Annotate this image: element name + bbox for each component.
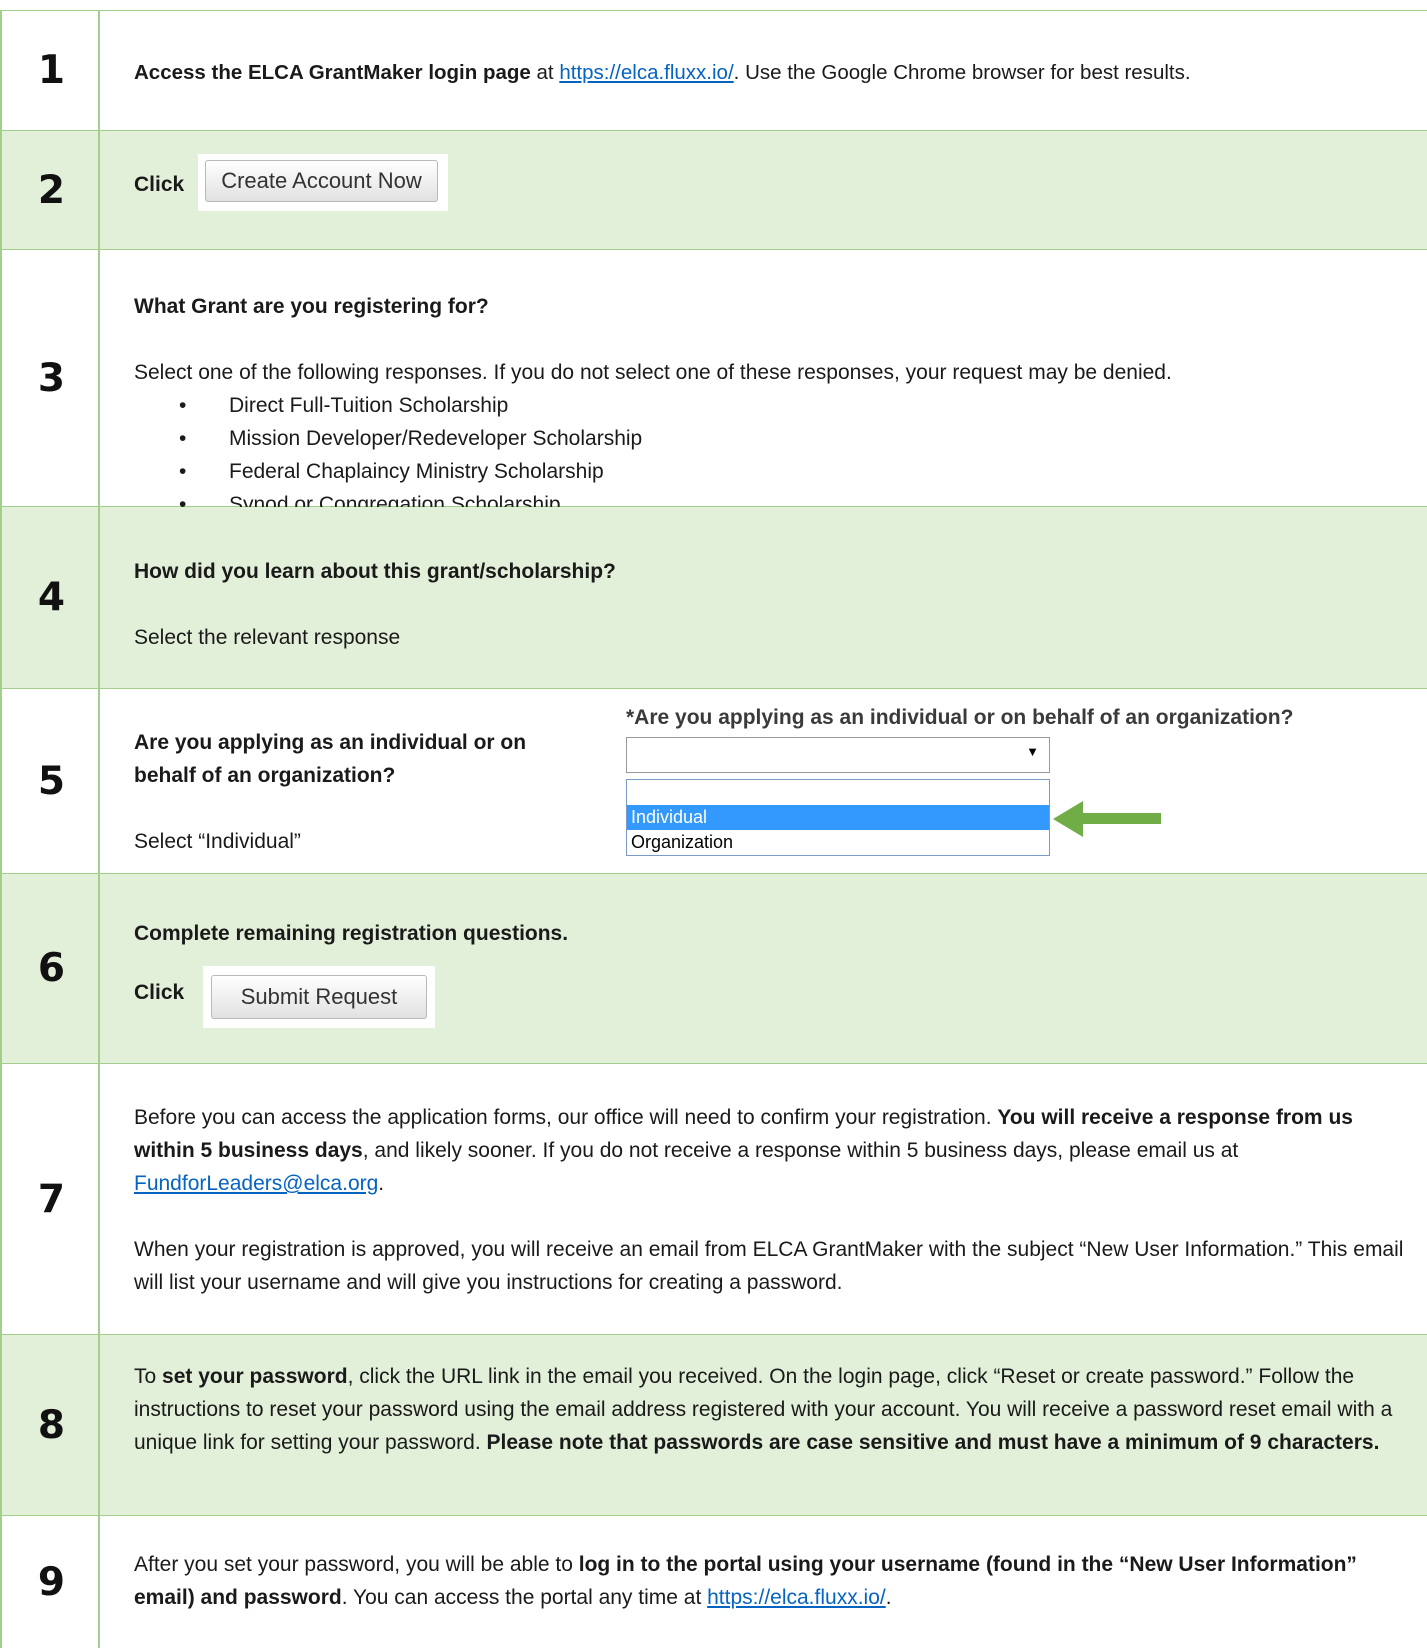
step-number: 3	[37, 355, 66, 401]
step-row-4: 4 How did you learn about this grant/sch…	[0, 507, 1427, 689]
step-row-5: 5 Are you applying as an individual or o…	[0, 689, 1427, 874]
column-divider	[98, 10, 100, 1648]
step-7-paragraph-1: Before you can access the application fo…	[134, 1106, 1353, 1195]
click-label: Click	[134, 981, 185, 1004]
button-screenshot-frame: Submit Request	[203, 966, 435, 1028]
step-row-3: 3 What Grant are you registering for? Se…	[0, 250, 1427, 521]
table-left-border	[0, 10, 2, 1648]
step-number: 5	[37, 758, 66, 804]
dropdown-option-individual[interactable]: Individual	[627, 805, 1049, 830]
step-number: 2	[37, 167, 66, 213]
step-1-text: Access the ELCA GrantMaker login page at…	[134, 61, 1191, 84]
button-screenshot-frame: Create Account Now	[198, 154, 448, 211]
dropdown-question-label: *Are you applying as an individual or on…	[626, 706, 1294, 729]
grant-options-list: Direct Full-Tuition Scholarship Mission …	[134, 389, 1407, 521]
instructions-table: 1 Access the ELCA GrantMaker login page …	[0, 10, 1427, 1648]
dropdown-option-blank[interactable]	[627, 780, 1049, 805]
step-number: 1	[37, 48, 66, 93]
step-3-instruction: Select one of the following responses. I…	[134, 361, 1172, 384]
support-email-link[interactable]: FundforLeaders@elca.org	[134, 1172, 378, 1195]
click-label: Click	[134, 173, 185, 196]
step-row-1: 1 Access the ELCA GrantMaker login page …	[0, 10, 1427, 131]
list-item: Direct Full-Tuition Scholarship	[134, 389, 1407, 422]
step-7-text: Before you can access the application fo…	[134, 1101, 1407, 1299]
step-4-text: How did you learn about this grant/schol…	[134, 555, 1407, 654]
step-row-6: 6 Complete remaining registration questi…	[0, 874, 1427, 1064]
step-row-7: 7 Before you can access the application …	[0, 1064, 1427, 1335]
step-6-heading: Complete remaining registration question…	[134, 922, 569, 945]
step-5-text: Are you applying as an individual or on …	[134, 726, 594, 858]
step-8-text: To set your password, click the URL link…	[134, 1365, 1393, 1454]
step-number: 4	[37, 575, 66, 620]
step-5-question-line1: Are you applying as an individual or on	[134, 731, 527, 754]
step-3-text: What Grant are you registering for? Sele…	[134, 290, 1407, 521]
applicant-type-options: Individual Organization	[626, 779, 1050, 856]
portal-link[interactable]: https://elca.fluxx.io/	[707, 1586, 886, 1609]
step-9-text: After you set your password, you will be…	[134, 1553, 1357, 1609]
step-number: 9	[37, 1559, 66, 1605]
arrow-left-icon	[1053, 801, 1161, 837]
applicant-type-select[interactable]: ▼	[626, 737, 1050, 773]
step-row-9: 9 After you set your password, you will …	[0, 1516, 1427, 1648]
list-item: Federal Chaplaincy Ministry Scholarship	[134, 455, 1407, 488]
dropdown-option-organization[interactable]: Organization	[627, 830, 1049, 855]
step-number: 8	[37, 1402, 66, 1448]
step-7-paragraph-2: When your registration is approved, you …	[134, 1238, 1404, 1294]
submit-request-button[interactable]: Submit Request	[211, 975, 427, 1019]
step-4-instruction: Select the relevant response	[134, 626, 401, 649]
step-6-heading-wrap: Complete remaining registration question…	[134, 917, 1407, 950]
list-item: Mission Developer/Redeveloper Scholarshi…	[134, 422, 1407, 455]
step-3-question: What Grant are you registering for?	[134, 295, 489, 318]
step-row-8: 8 To set your password, click the URL li…	[0, 1335, 1427, 1516]
step-number: 6	[37, 946, 66, 991]
elca-login-link[interactable]: https://elca.fluxx.io/	[559, 61, 733, 84]
dropdown-caret-icon: ▼	[1026, 744, 1039, 759]
step-number: 7	[37, 1176, 66, 1222]
create-account-now-button[interactable]: Create Account Now	[205, 160, 438, 202]
step-5-question-line2: behalf of an organization?	[134, 764, 396, 787]
step-1-bold: Access the ELCA GrantMaker login page	[134, 61, 531, 84]
step-row-2: 2 Click Create Account Now	[0, 131, 1427, 250]
step-5-instruction: Select “Individual”	[134, 830, 301, 853]
step-4-question: How did you learn about this grant/schol…	[134, 560, 616, 583]
